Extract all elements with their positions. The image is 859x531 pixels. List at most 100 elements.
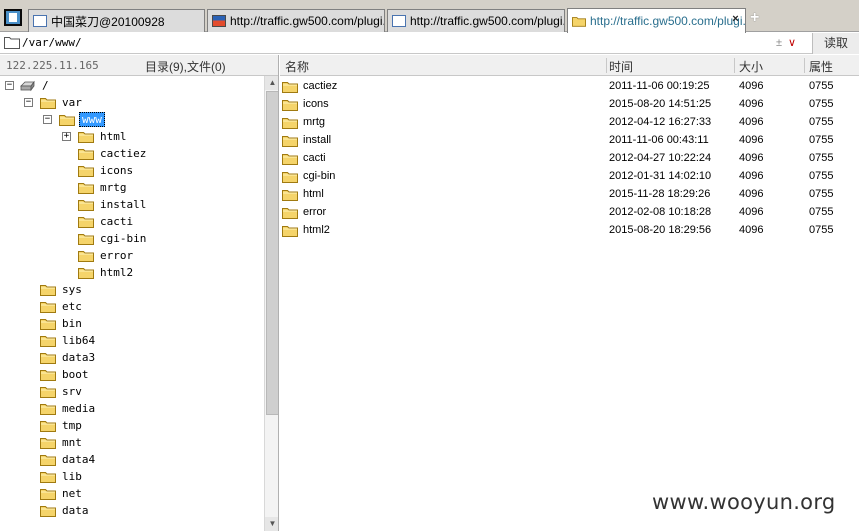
expand-icon[interactable]: + [62, 132, 71, 141]
tree-node-label: var [62, 96, 82, 109]
tree-node-boot[interactable]: boot [40, 366, 91, 383]
tree-node-tmp[interactable]: tmp [40, 417, 84, 434]
folder-icon [282, 172, 298, 183]
file-row[interactable]: cacti 2012-04-27 10:22:24 4096 0755 [280, 150, 859, 168]
directory-tree-pane: 122.225.11.165 目录(9),文件(0) / − var − www − htm… [0, 55, 279, 531]
collapse-icon[interactable]: − [24, 98, 33, 107]
folder-icon [282, 154, 298, 165]
folder-icon [40, 285, 56, 296]
dropdown-icon[interactable]: ∨ [788, 37, 796, 49]
drive-icon [20, 80, 35, 92]
read-button[interactable]: 读取 [812, 33, 859, 54]
tree-node-etc[interactable]: etc [40, 298, 84, 315]
column-separator [606, 58, 607, 73]
file-time: 2011-11-06 00:43:11 [609, 134, 709, 146]
file-time: 2011-11-06 00:19:25 [609, 80, 710, 92]
file-size: 4096 [739, 206, 764, 218]
file-name: install [303, 134, 332, 146]
file-attr: 0755 [809, 80, 834, 92]
tree-node-lib[interactable]: lib [40, 468, 84, 485]
tree-header: 122.225.11.165 目录(9),文件(0) [0, 55, 278, 76]
tree-node-label: lib [62, 470, 82, 483]
tree-node-label: cacti [100, 215, 134, 228]
column-separator [804, 58, 805, 73]
collapse-icon[interactable]: − [5, 81, 14, 90]
tree-scrollbar[interactable]: ▲ ▼ [264, 76, 278, 531]
file-list-pane: 名称 时间 大小 属性 cactiez 2011-11-06 00:19:25 40… [280, 55, 859, 531]
file-row[interactable]: error 2012-02-08 10:18:28 4096 0755 [280, 204, 859, 222]
tab-caidao[interactable]: 中国菜刀@20100928 [28, 9, 205, 32]
tree-node-label: cgi-bin [100, 232, 147, 245]
file-row[interactable]: html 2015-11-28 18:29:26 4096 0755 [280, 186, 859, 204]
file-row[interactable]: cgi-bin 2012-01-31 14:02:10 4096 0755 [280, 168, 859, 186]
tree-node-media[interactable]: media [40, 400, 97, 417]
scroll-thumb[interactable] [266, 91, 278, 415]
file-size: 4096 [739, 224, 764, 236]
file-row[interactable]: html2 2015-08-20 18:29:56 4096 0755 [280, 222, 859, 240]
folder-icon [78, 268, 94, 279]
tree-node-srv[interactable]: srv [40, 383, 84, 400]
tab-traffic-3-active[interactable]: http://traffic.gw500.com/plugi... × [567, 8, 746, 33]
folder-icon [40, 353, 56, 364]
tree-node-data[interactable]: data [40, 502, 91, 519]
column-attr[interactable]: 属性 [809, 58, 833, 75]
tree-node-label: www [79, 112, 105, 127]
close-tab-icon[interactable]: × [730, 14, 741, 25]
file-attr: 0755 [809, 170, 834, 182]
tree-node-label: tmp [62, 419, 82, 432]
tree-node-net[interactable]: net [40, 485, 84, 502]
add-tab-icon[interactable]: + [750, 10, 764, 26]
tree-node-data4[interactable]: data4 [40, 451, 97, 468]
column-time[interactable]: 时间 [609, 58, 633, 75]
file-size: 4096 [739, 152, 764, 164]
file-size: 4096 [739, 134, 764, 146]
file-size: 4096 [739, 98, 764, 110]
tree-node-cacti[interactable]: cacti [78, 213, 135, 230]
tree-node-html2[interactable]: html2 [78, 264, 135, 281]
folder-icon [282, 208, 298, 219]
path-input[interactable]: /var/www/ [22, 36, 82, 49]
file-name: cactiez [303, 80, 338, 92]
tree-node-html[interactable]: html [78, 128, 129, 145]
folder-icon [282, 100, 298, 111]
tree-node-icons[interactable]: icons [78, 162, 135, 179]
scroll-down-icon[interactable]: ▼ [265, 517, 278, 531]
tree-node-bin[interactable]: bin [40, 315, 84, 332]
tree-node-cactiez[interactable]: cactiez [78, 145, 148, 162]
tree-node-data3[interactable]: data3 [40, 349, 97, 366]
folder-icon [282, 82, 298, 93]
file-row[interactable]: icons 2015-08-20 14:51:25 4096 0755 [280, 96, 859, 114]
tab-traffic-1[interactable]: http://traffic.gw500.com/plugi... [207, 9, 385, 32]
tab-traffic-2[interactable]: http://traffic.gw500.com/plugi... [387, 9, 565, 32]
column-name[interactable]: 名称 [285, 58, 309, 75]
file-attr: 0755 [809, 188, 834, 200]
tab-label: http://traffic.gw500.com/plugi... [590, 14, 746, 28]
collapse-icon[interactable]: − [43, 115, 52, 124]
tree-node-www[interactable]: www [59, 111, 105, 128]
folder-icon [40, 421, 56, 432]
tree-node-lib64[interactable]: lib64 [40, 332, 97, 349]
scroll-up-icon[interactable]: ▲ [265, 76, 278, 90]
file-row[interactable]: mrtg 2012-04-12 16:27:33 4096 0755 [280, 114, 859, 132]
file-size: 4096 [739, 188, 764, 200]
tree-node-cgi-bin[interactable]: cgi-bin [78, 230, 148, 247]
file-time: 2012-01-31 14:02:10 [609, 170, 712, 182]
file-row[interactable]: install 2011-11-06 00:43:11 4096 0755 [280, 132, 859, 150]
column-size[interactable]: 大小 [739, 58, 763, 75]
file-list-header: 名称 时间 大小 属性 [280, 55, 859, 76]
file-name: cacti [303, 152, 326, 164]
tree-node-mnt[interactable]: mnt [40, 434, 84, 451]
tree-node-install[interactable]: install [78, 196, 148, 213]
tree-node-sys[interactable]: sys [40, 281, 84, 298]
tree-node-error[interactable]: error [78, 247, 135, 264]
app-window-icon[interactable] [4, 9, 22, 26]
plus-minus-icon[interactable]: ± [776, 37, 782, 49]
folder-icon [40, 438, 56, 449]
file-row[interactable]: cactiez 2011-11-06 00:19:25 4096 0755 [280, 78, 859, 96]
folder-icon [78, 149, 94, 160]
tree-node-label: bin [62, 317, 82, 330]
tree-node-[interactable]: / [20, 77, 51, 94]
file-attr: 0755 [809, 152, 834, 164]
tree-node-var[interactable]: var [40, 94, 84, 111]
tree-node-mrtg[interactable]: mrtg [78, 179, 129, 196]
